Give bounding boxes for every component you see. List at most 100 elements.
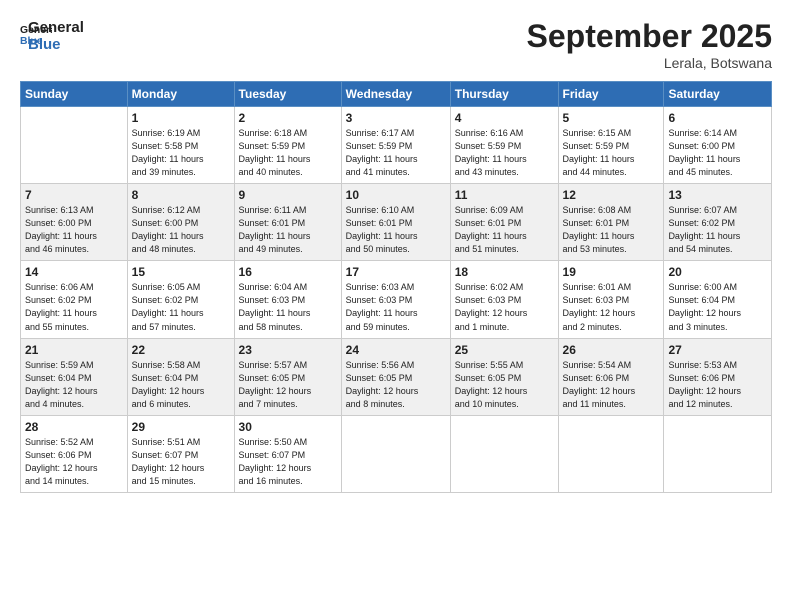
calendar-week-row: 28 Sunrise: 5:52 AMSunset: 6:06 PMDayligh… <box>21 415 772 492</box>
col-header-friday: Friday <box>558 82 664 107</box>
day-info: Sunrise: 5:50 AMSunset: 6:07 PMDaylight:… <box>239 436 337 488</box>
calendar-cell: 28 Sunrise: 5:52 AMSunset: 6:06 PMDayligh… <box>21 415 128 492</box>
logo-blue: Blue <box>28 37 84 54</box>
day-number: 5 <box>563 111 660 125</box>
day-number: 9 <box>239 188 337 202</box>
calendar-cell: 20 Sunrise: 6:00 AMSunset: 6:04 PMDayligh… <box>664 261 772 338</box>
day-number: 29 <box>132 420 230 434</box>
calendar-cell <box>558 415 664 492</box>
day-info: Sunrise: 6:18 AMSunset: 5:59 PMDaylight:… <box>239 127 337 179</box>
day-info: Sunrise: 6:12 AMSunset: 6:00 PMDaylight:… <box>132 204 230 256</box>
month-title: September 2025 <box>527 18 772 55</box>
day-number: 24 <box>346 343 446 357</box>
calendar-cell <box>450 415 558 492</box>
day-info: Sunrise: 6:08 AMSunset: 6:01 PMDaylight:… <box>563 204 660 256</box>
calendar-week-row: 1 Sunrise: 6:19 AMSunset: 5:58 PMDaylight… <box>21 107 772 184</box>
logo: General Blue General Blue <box>20 18 84 53</box>
calendar-cell: 16 Sunrise: 6:04 AMSunset: 6:03 PMDayligh… <box>234 261 341 338</box>
day-info: Sunrise: 5:55 AMSunset: 6:05 PMDaylight:… <box>455 359 554 411</box>
calendar-cell: 22 Sunrise: 5:58 AMSunset: 6:04 PMDayligh… <box>127 338 234 415</box>
day-info: Sunrise: 6:10 AMSunset: 6:01 PMDaylight:… <box>346 204 446 256</box>
calendar-cell: 23 Sunrise: 5:57 AMSunset: 6:05 PMDayligh… <box>234 338 341 415</box>
calendar-cell: 26 Sunrise: 5:54 AMSunset: 6:06 PMDayligh… <box>558 338 664 415</box>
day-number: 2 <box>239 111 337 125</box>
day-info: Sunrise: 6:17 AMSunset: 5:59 PMDaylight:… <box>346 127 446 179</box>
day-info: Sunrise: 6:13 AMSunset: 6:00 PMDaylight:… <box>25 204 123 256</box>
day-number: 27 <box>668 343 767 357</box>
calendar-cell: 2 Sunrise: 6:18 AMSunset: 5:59 PMDaylight… <box>234 107 341 184</box>
calendar-cell: 1 Sunrise: 6:19 AMSunset: 5:58 PMDaylight… <box>127 107 234 184</box>
calendar-cell: 17Sunrise: 6:03 AMSunset: 6:03 PMDayligh… <box>341 261 450 338</box>
calendar-cell: 15Sunrise: 6:05 AMSunset: 6:02 PMDayligh… <box>127 261 234 338</box>
calendar-cell <box>21 107 128 184</box>
day-info: Sunrise: 5:53 AMSunset: 6:06 PMDaylight:… <box>668 359 767 411</box>
day-info: Sunrise: 6:16 AMSunset: 5:59 PMDaylight:… <box>455 127 554 179</box>
col-header-tuesday: Tuesday <box>234 82 341 107</box>
calendar-week-row: 14 Sunrise: 6:06 AMSunset: 6:02 PMDayligh… <box>21 261 772 338</box>
calendar-cell: 18Sunrise: 6:02 AMSunset: 6:03 PMDayligh… <box>450 261 558 338</box>
day-number: 22 <box>132 343 230 357</box>
day-info: Sunrise: 5:51 AMSunset: 6:07 PMDaylight:… <box>132 436 230 488</box>
calendar-cell: 10 Sunrise: 6:10 AMSunset: 6:01 PMDayligh… <box>341 184 450 261</box>
day-number: 16 <box>239 265 337 279</box>
title-block: September 2025 Lerala, Botswana <box>527 18 772 71</box>
page: General Blue General Blue September 2025… <box>0 0 792 612</box>
day-number: 8 <box>132 188 230 202</box>
calendar-cell: 6 Sunrise: 6:14 AMSunset: 6:00 PMDaylight… <box>664 107 772 184</box>
day-number: 18 <box>455 265 554 279</box>
calendar-cell: 25Sunrise: 5:55 AMSunset: 6:05 PMDayligh… <box>450 338 558 415</box>
header: General Blue General Blue September 2025… <box>20 18 772 71</box>
calendar-table: SundayMondayTuesdayWednesdayThursdayFrid… <box>20 81 772 493</box>
day-info: Sunrise: 6:00 AMSunset: 6:04 PMDaylight:… <box>668 281 767 333</box>
day-info: Sunrise: 6:15 AMSunset: 5:59 PMDaylight:… <box>563 127 660 179</box>
col-header-sunday: Sunday <box>21 82 128 107</box>
day-number: 20 <box>668 265 767 279</box>
col-header-monday: Monday <box>127 82 234 107</box>
day-number: 7 <box>25 188 123 202</box>
day-info: Sunrise: 6:04 AMSunset: 6:03 PMDaylight:… <box>239 281 337 333</box>
day-number: 19 <box>563 265 660 279</box>
logo-general: General <box>28 20 84 37</box>
calendar-cell: 13Sunrise: 6:07 AMSunset: 6:02 PMDayligh… <box>664 184 772 261</box>
calendar-week-row: 7 Sunrise: 6:13 AMSunset: 6:00 PMDaylight… <box>21 184 772 261</box>
calendar-cell: 4Sunrise: 6:16 AMSunset: 5:59 PMDaylight… <box>450 107 558 184</box>
day-number: 17 <box>346 265 446 279</box>
day-number: 28 <box>25 420 123 434</box>
day-info: Sunrise: 5:54 AMSunset: 6:06 PMDaylight:… <box>563 359 660 411</box>
day-info: Sunrise: 6:19 AMSunset: 5:58 PMDaylight:… <box>132 127 230 179</box>
day-info: Sunrise: 6:09 AMSunset: 6:01 PMDaylight:… <box>455 204 554 256</box>
day-info: Sunrise: 6:14 AMSunset: 6:00 PMDaylight:… <box>668 127 767 179</box>
calendar-cell: 9 Sunrise: 6:11 AMSunset: 6:01 PMDaylight… <box>234 184 341 261</box>
calendar-cell <box>664 415 772 492</box>
day-info: Sunrise: 5:56 AMSunset: 6:05 PMDaylight:… <box>346 359 446 411</box>
day-info: Sunrise: 6:11 AMSunset: 6:01 PMDaylight:… <box>239 204 337 256</box>
day-number: 21 <box>25 343 123 357</box>
calendar-cell: 8 Sunrise: 6:12 AMSunset: 6:00 PMDaylight… <box>127 184 234 261</box>
calendar-week-row: 21Sunrise: 5:59 AMSunset: 6:04 PMDayligh… <box>21 338 772 415</box>
location: Lerala, Botswana <box>527 55 772 71</box>
col-header-saturday: Saturday <box>664 82 772 107</box>
day-number: 15 <box>132 265 230 279</box>
day-number: 14 <box>25 265 123 279</box>
calendar-cell: 3Sunrise: 6:17 AMSunset: 5:59 PMDaylight… <box>341 107 450 184</box>
calendar-cell: 12Sunrise: 6:08 AMSunset: 6:01 PMDayligh… <box>558 184 664 261</box>
day-info: Sunrise: 5:57 AMSunset: 6:05 PMDaylight:… <box>239 359 337 411</box>
day-number: 6 <box>668 111 767 125</box>
calendar-cell: 14 Sunrise: 6:06 AMSunset: 6:02 PMDayligh… <box>21 261 128 338</box>
calendar-header-row: SundayMondayTuesdayWednesdayThursdayFrid… <box>21 82 772 107</box>
calendar-cell: 19 Sunrise: 6:01 AMSunset: 6:03 PMDayligh… <box>558 261 664 338</box>
calendar-cell: 30Sunrise: 5:50 AMSunset: 6:07 PMDayligh… <box>234 415 341 492</box>
day-info: Sunrise: 5:58 AMSunset: 6:04 PMDaylight:… <box>132 359 230 411</box>
calendar-cell: 29 Sunrise: 5:51 AMSunset: 6:07 PMDayligh… <box>127 415 234 492</box>
calendar-cell <box>341 415 450 492</box>
day-number: 10 <box>346 188 446 202</box>
day-info: Sunrise: 6:07 AMSunset: 6:02 PMDaylight:… <box>668 204 767 256</box>
day-info: Sunrise: 6:06 AMSunset: 6:02 PMDaylight:… <box>25 281 123 333</box>
day-number: 1 <box>132 111 230 125</box>
calendar-cell: 5 Sunrise: 6:15 AMSunset: 5:59 PMDaylight… <box>558 107 664 184</box>
day-info: Sunrise: 6:01 AMSunset: 6:03 PMDaylight:… <box>563 281 660 333</box>
day-info: Sunrise: 5:52 AMSunset: 6:06 PMDaylight:… <box>25 436 123 488</box>
day-number: 23 <box>239 343 337 357</box>
day-number: 26 <box>563 343 660 357</box>
col-header-thursday: Thursday <box>450 82 558 107</box>
